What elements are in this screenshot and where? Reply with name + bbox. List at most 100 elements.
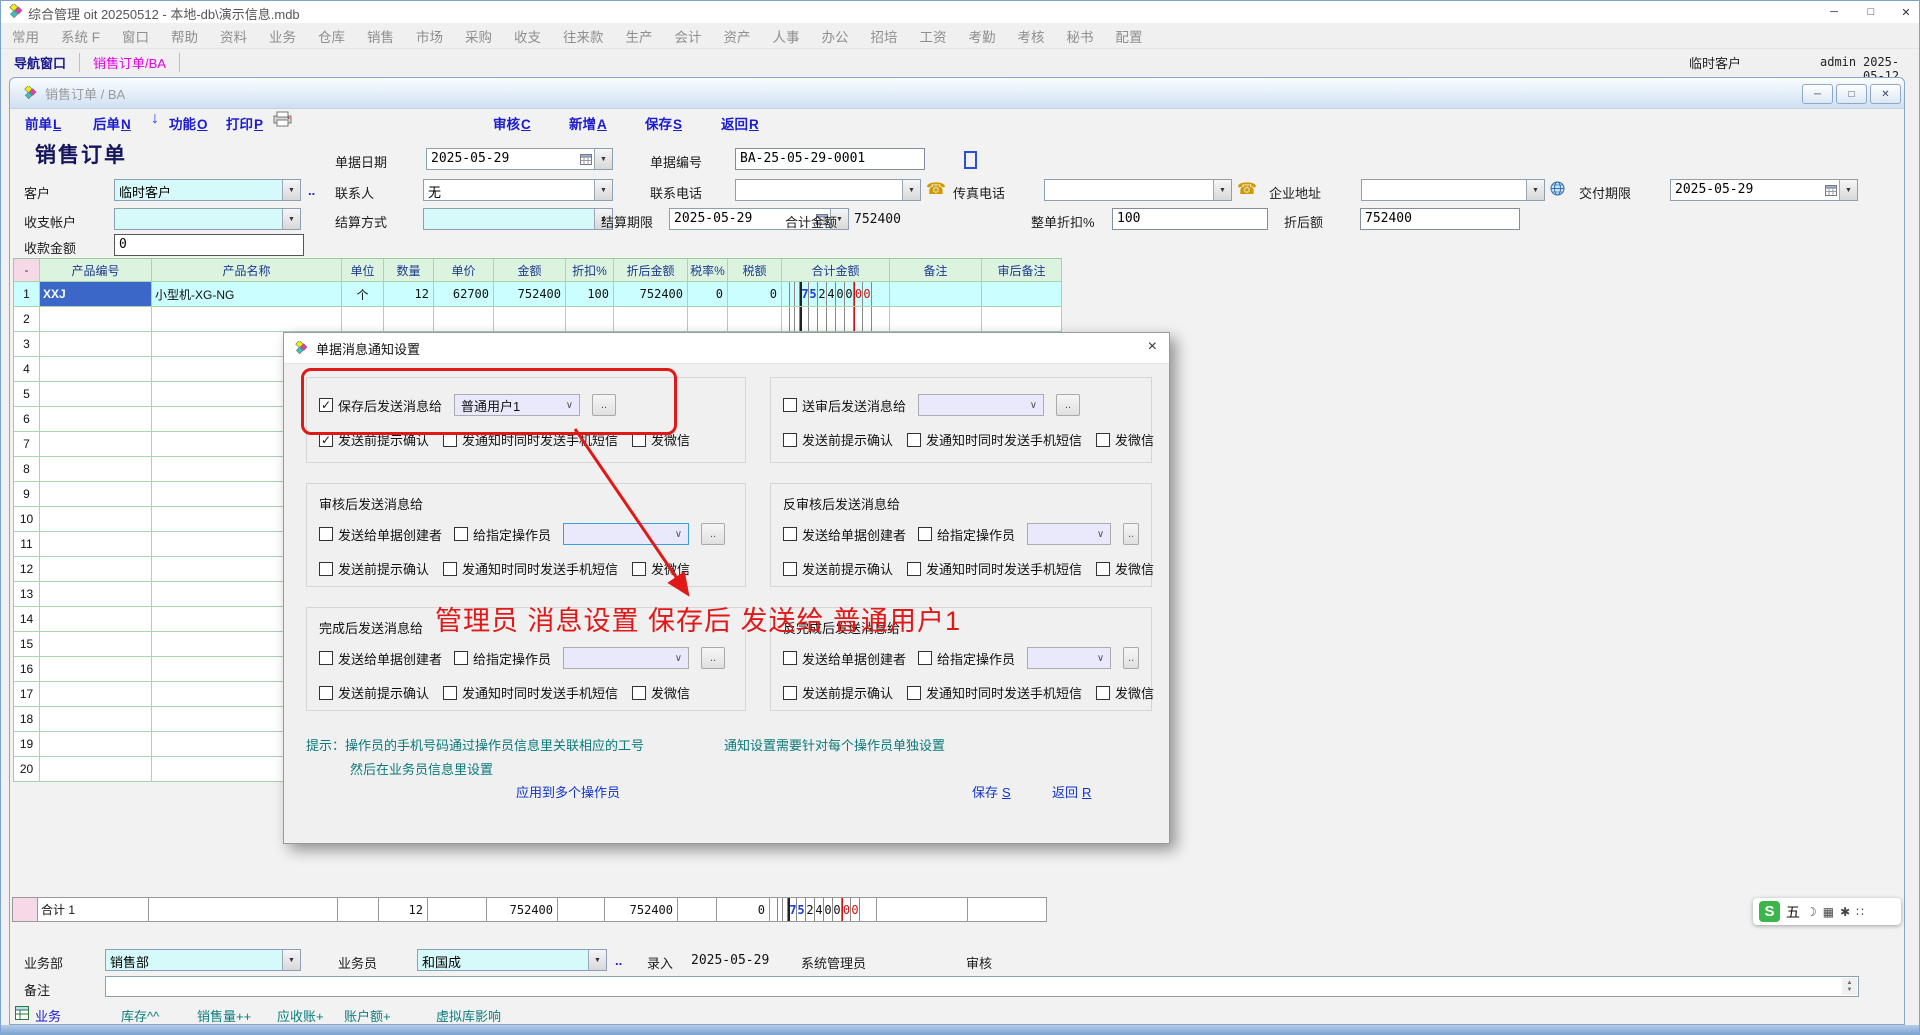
save-button[interactable]: 保存S [645, 113, 682, 133]
remark-scrollbar[interactable]: ▲▼ [1842, 978, 1857, 995]
checkbox[interactable] [1096, 686, 1110, 700]
cell-code[interactable] [40, 582, 152, 607]
customer-more-button[interactable]: .. [308, 183, 315, 198]
checkbox[interactable] [319, 686, 333, 700]
cell-tax-rate[interactable]: 0 [688, 282, 728, 307]
audit-button[interactable]: 审核C [493, 113, 531, 133]
phone-icon[interactable]: ☎ [926, 179, 946, 199]
menu-item-5[interactable]: 资料 [209, 26, 258, 46]
menu-item-22[interactable]: 秘书 [1056, 26, 1105, 46]
print-button[interactable]: 打印P [226, 113, 263, 133]
send-wechat-checkbox[interactable]: 发微信 [1096, 683, 1154, 702]
cell-row-no[interactable]: 20 [14, 757, 40, 782]
salesman-more-button[interactable]: .. [615, 953, 622, 968]
cell-code[interactable] [40, 682, 152, 707]
menu-item-12[interactable]: 往来款 [552, 26, 615, 46]
send-to-creator-checkbox[interactable]: 发送给单据创建者 [783, 525, 906, 544]
cell-amount[interactable]: 752400 [494, 282, 566, 307]
cell-code[interactable] [40, 557, 152, 582]
checkbox[interactable] [632, 562, 646, 576]
cell-row-no[interactable]: 17 [14, 682, 40, 707]
link-receivable[interactable]: 应收账+ [277, 1006, 324, 1025]
keyboard-icon[interactable]: ▦ [1823, 905, 1834, 919]
checkbox[interactable] [918, 651, 932, 665]
confirm-before-send-checkbox[interactable]: 发送前提示确认 [783, 430, 893, 449]
doc-date-field[interactable]: 2025-05-29 ▼ [426, 148, 613, 170]
cell-row-no[interactable]: 6 [14, 407, 40, 432]
cell-code[interactable] [40, 732, 152, 757]
menu-item-3[interactable]: 窗口 [111, 26, 160, 46]
cell-unit[interactable] [342, 307, 384, 332]
ime-logo-icon[interactable]: S [1759, 901, 1780, 922]
tab-sales-order[interactable]: 销售订单/BA [80, 53, 180, 72]
cell-name[interactable]: 小型机-XG-NG [152, 282, 342, 307]
confirm-before-send-checkbox[interactable]: 发送前提示确认 [783, 683, 893, 702]
link-sales-volume[interactable]: 销售量++ [197, 1006, 251, 1025]
main-send-checkbox[interactable]: 送审后发送消息给 [783, 396, 906, 415]
send-sms-checkbox[interactable]: 发通知时同时发送手机短信 [907, 559, 1082, 578]
new-button[interactable]: 新增A [569, 113, 607, 133]
cell-audit-note[interactable] [982, 282, 1062, 307]
menu-item-19[interactable]: 工资 [909, 26, 958, 46]
cell-discount[interactable] [566, 307, 614, 332]
moon-icon[interactable]: ☽ [1806, 905, 1817, 919]
address-combo[interactable]: ▼ [1361, 179, 1545, 201]
link-business[interactable]: 业务 [35, 1006, 61, 1025]
dialog-back-button[interactable]: 返回R [1052, 782, 1091, 801]
send-wechat-checkbox[interactable]: 发微信 [1096, 559, 1154, 578]
menu-item-1[interactable]: 常用 [1, 26, 50, 46]
menu-item-4[interactable]: 帮助 [160, 26, 209, 46]
cell-row-no[interactable]: 10 [14, 507, 40, 532]
operator-combo[interactable]: ∨ [563, 647, 689, 669]
cell-row-no[interactable]: 1 [14, 282, 40, 307]
browse-button[interactable]: .. [1056, 394, 1080, 416]
next-doc-button[interactable]: 后单N [93, 113, 131, 133]
discount-pct-input[interactable]: 100 [1112, 208, 1268, 230]
cell-row-no[interactable]: 11 [14, 532, 40, 557]
cell-code[interactable] [40, 757, 152, 782]
clipboard-icon[interactable]: ✱ [1840, 905, 1850, 919]
link-virtual-stock[interactable]: 虚拟库影响 [436, 1006, 501, 1025]
cell-code[interactable] [40, 632, 152, 657]
send-sms-checkbox[interactable]: 发通知时同时发送手机短信 [443, 683, 618, 702]
send-sms-checkbox[interactable]: 发通知时同时发送手机短信 [907, 683, 1082, 702]
contact-combo[interactable]: 无▼ [423, 179, 613, 201]
globe-icon[interactable] [1550, 181, 1565, 201]
dept-combo[interactable]: 销售部▼ [105, 949, 301, 971]
menu-item-14[interactable]: 会计 [664, 26, 713, 46]
cell-audit-note[interactable] [982, 307, 1062, 332]
checkbox[interactable] [907, 433, 921, 447]
checkbox[interactable] [443, 686, 457, 700]
menu-item-23[interactable]: 配置 [1105, 26, 1154, 46]
cell-discount[interactable]: 100 [566, 282, 614, 307]
cell-code[interactable] [40, 307, 152, 332]
send-wechat-checkbox[interactable]: 发微信 [632, 683, 690, 702]
close-button[interactable]: ✕ [1893, 1, 1919, 23]
menu-item-20[interactable]: 考勤 [958, 26, 1007, 46]
checkbox[interactable] [632, 686, 646, 700]
to-operator-checkbox[interactable]: 给指定操作员 [918, 525, 1015, 544]
received-input[interactable]: 0 [114, 234, 304, 256]
menu-item-6[interactable]: 业务 [258, 26, 307, 46]
function-button[interactable]: 功能O [169, 113, 208, 133]
cell-code[interactable] [40, 707, 152, 732]
link-inventory[interactable]: 库存^^ [121, 1006, 159, 1025]
browse-button[interactable]: .. [1123, 523, 1139, 545]
checkbox[interactable] [918, 527, 932, 541]
menu-item-16[interactable]: 人事 [762, 26, 811, 46]
menu-item-18[interactable]: 招培 [860, 26, 909, 46]
checkbox[interactable] [454, 527, 468, 541]
menu-item-8[interactable]: 销售 [356, 26, 405, 46]
checkbox[interactable] [1096, 433, 1110, 447]
cell-row-no[interactable]: 4 [14, 357, 40, 382]
send-sms-checkbox[interactable]: 发通知时同时发送手机短信 [443, 559, 618, 578]
dropdown-arrow[interactable]: ▼ [1213, 180, 1231, 200]
cell-row-no[interactable]: 8 [14, 457, 40, 482]
checkbox[interactable] [783, 651, 797, 665]
cell-row-no[interactable]: 19 [14, 732, 40, 757]
checkbox[interactable] [783, 686, 797, 700]
checkbox[interactable] [783, 562, 797, 576]
cell-code[interactable] [40, 657, 152, 682]
cell-code[interactable] [40, 432, 152, 457]
dropdown-arrow[interactable]: ▼ [594, 180, 612, 200]
